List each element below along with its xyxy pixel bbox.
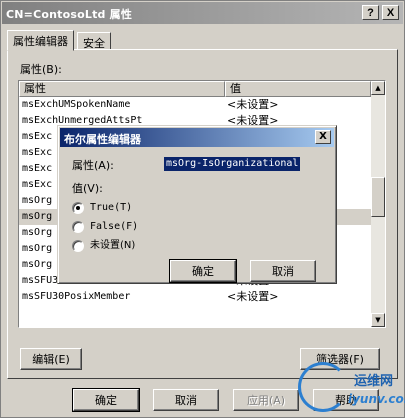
- watermark-text: 运维网: [354, 374, 394, 389]
- close-icon[interactable]: X: [382, 5, 399, 20]
- dialog-attribute-label: 属性(A):: [72, 159, 114, 172]
- window-title: CN=ContosoLtd 属性: [6, 8, 133, 21]
- radio-not-set-indicator[interactable]: [72, 240, 84, 252]
- radio-false-indicator[interactable]: [72, 221, 84, 233]
- ok-button[interactable]: 确定: [72, 388, 140, 412]
- dialog-ok-button[interactable]: 确定: [169, 259, 237, 283]
- watermark-logo: 运维网 iyunv.com: [296, 356, 405, 418]
- table-row[interactable]: msExchUMSpokenName <未设置>: [19, 97, 371, 113]
- dialog-titlebar[interactable]: 布尔属性编辑器 X: [60, 128, 334, 147]
- dialog-cancel-button[interactable]: 取消: [250, 260, 316, 282]
- edit-button[interactable]: 编辑(E): [20, 348, 82, 370]
- row-attribute: msOrg: [22, 259, 53, 270]
- row-attribute: msOrg: [22, 227, 53, 238]
- watermark-circle-icon: [298, 362, 348, 412]
- dialog-value-label: 值(V):: [72, 182, 103, 195]
- row-attribute: msExchUMSpokenName: [22, 99, 131, 110]
- window-titlebar[interactable]: CN=ContosoLtd 属性 ? X: [2, 2, 403, 24]
- scroll-up-icon[interactable]: ▲: [371, 81, 385, 95]
- tab-security[interactable]: 安全: [77, 32, 111, 50]
- row-attribute: msOrg: [22, 195, 53, 206]
- dialog-title: 布尔属性编辑器: [64, 133, 141, 146]
- radio-not-set-label: 未设置(N): [90, 240, 136, 251]
- radio-false-label: False(F): [90, 221, 139, 232]
- row-attribute: msExc: [22, 147, 53, 158]
- row-attribute: msExc: [22, 131, 53, 142]
- column-header-value[interactable]: 值: [225, 81, 371, 97]
- apply-button[interactable]: 应用(A): [233, 389, 299, 411]
- row-value: <未设置>: [227, 98, 279, 111]
- boolean-attribute-editor-dialog: 布尔属性编辑器 X 属性(A): msOrg-IsOrganizational …: [57, 125, 337, 284]
- watermark-url: iyunv.com: [348, 392, 405, 406]
- vertical-scrollbar[interactable]: ▲ ▼: [371, 81, 385, 327]
- radio-true-indicator[interactable]: [72, 202, 84, 214]
- column-header-attribute[interactable]: 属性: [19, 81, 225, 97]
- radio-true-label: True(T): [90, 202, 133, 213]
- cancel-button[interactable]: 取消: [153, 389, 219, 411]
- scroll-down-icon[interactable]: ▼: [371, 313, 385, 327]
- scroll-thumb[interactable]: [371, 177, 385, 217]
- attributes-label: 属性(B):: [20, 63, 62, 76]
- row-value: <未设置>: [227, 290, 279, 303]
- row-attribute: msExc: [22, 163, 53, 174]
- row-attribute: msOrg: [22, 243, 53, 254]
- help-button[interactable]: ?: [362, 5, 379, 20]
- row-attribute: msExc: [22, 179, 53, 190]
- row-attribute: msOrg: [22, 211, 53, 222]
- table-row[interactable]: msSFU30PosixMember <未设置>: [19, 289, 371, 305]
- dialog-attribute-value: msOrg-IsOrganizational: [164, 157, 301, 171]
- row-attribute: msSFU30PosixMember: [22, 291, 131, 302]
- tab-attribute-editor[interactable]: 属性编辑器: [7, 30, 74, 51]
- dialog-close-icon[interactable]: X: [315, 130, 331, 144]
